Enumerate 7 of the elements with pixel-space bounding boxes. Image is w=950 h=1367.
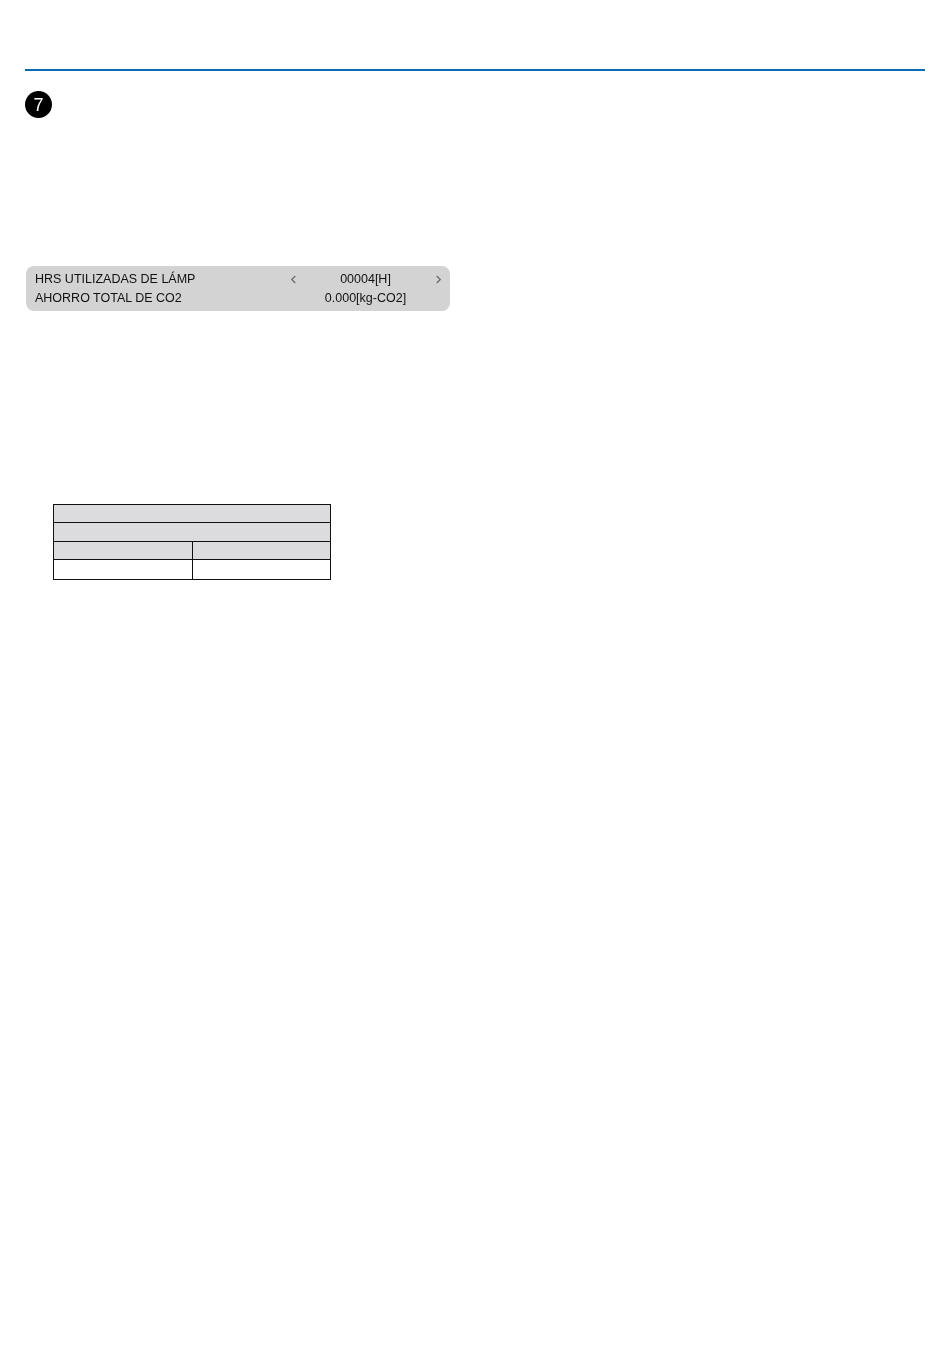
step-number: 7 [25,91,52,118]
menu-value: 00004[H] [340,272,391,287]
menu-label: AHORRO TOTAL DE CO2 [35,291,183,306]
chevron-right-icon [434,275,442,284]
menu-value: 0.000[kg-CO2] [324,291,407,306]
chevron-left-icon [289,275,297,284]
menu-label: HRS UTILIZADAS DE LÁMP [35,272,197,287]
